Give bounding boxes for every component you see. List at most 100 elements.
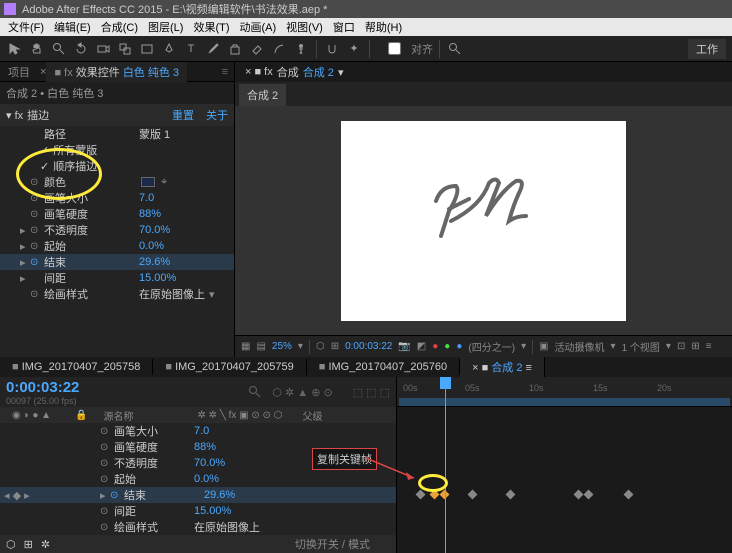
toggle-switches[interactable]: 切换开关 / 模式	[295, 536, 370, 552]
roi-icon[interactable]: ◩	[417, 341, 426, 352]
eyedropper-icon[interactable]: ⌖	[161, 176, 167, 189]
col-parent[interactable]: 父级	[302, 408, 322, 423]
fx-about-link[interactable]: 关于	[206, 107, 228, 123]
prop-path: 路径	[44, 126, 139, 142]
composition-panel: × ■ fx 合成 合成 2 ▾ 合成 2 ▦ ▤ 25%▾ ⬡ ⊞ 0:00:…	[234, 62, 732, 357]
comp-tabs: × ■ fx 合成 合成 2 ▾	[235, 62, 732, 82]
grid-icon[interactable]: ▦	[241, 341, 250, 352]
viewer-time[interactable]: 0:00:03:22	[345, 341, 392, 352]
prop-start: 起始	[44, 238, 139, 254]
v1-icon[interactable]: ⊡	[677, 341, 685, 352]
timeline-graph[interactable]: 00s 05s 10s 15s 20s	[396, 377, 732, 553]
camera-select[interactable]: 活动摄像机	[555, 339, 605, 354]
text-tool[interactable]: T	[182, 40, 200, 58]
fx-toggle-icon[interactable]: ▾ fx	[6, 109, 23, 122]
tab-project[interactable]: 项目	[0, 62, 38, 82]
chevron-down-icon[interactable]: ▾	[209, 288, 215, 301]
view-count[interactable]: 1 个视图	[622, 339, 660, 354]
menu-view[interactable]: 视图(V)	[282, 18, 327, 36]
comp-name-chip[interactable]: 合成 2	[239, 84, 286, 106]
selection-tool[interactable]	[6, 40, 24, 58]
3d-icon[interactable]: ▣	[539, 341, 548, 352]
keyframe[interactable]	[624, 490, 634, 500]
pen-tool[interactable]	[160, 40, 178, 58]
menu-help[interactable]: 帮助(H)	[361, 18, 406, 36]
timeline-footer: ⬡ ⊞ ✲ 切换开关 / 模式	[0, 535, 396, 553]
tab-composition[interactable]: × ■ fx 合成 合成 2 ▾	[235, 62, 353, 82]
snapshot-icon[interactable]: 📷	[398, 341, 410, 352]
col-source[interactable]: 源名称	[104, 408, 134, 423]
rect-tool[interactable]	[138, 40, 156, 58]
current-time-indicator[interactable]	[445, 377, 446, 553]
brush-tool[interactable]	[204, 40, 222, 58]
timeline-tabs: ■ IMG_20170407_205758 ■ IMG_20170407_205…	[0, 357, 732, 377]
timeline-tab-active[interactable]: × ■ 合成 2 ≡	[460, 357, 545, 377]
fps-label: 00097 (25.00 fps)	[6, 396, 79, 406]
clr-icon[interactable]: ●	[432, 341, 438, 352]
v3-icon[interactable]: ≡	[706, 341, 712, 352]
search-icon[interactable]	[446, 40, 464, 58]
annotation-arrow	[364, 456, 424, 486]
rotate-tool[interactable]	[72, 40, 90, 58]
tl-spacing: 间距	[114, 503, 194, 519]
prop-seq-stroke: 顺序描边	[53, 158, 97, 174]
fx-reset-link[interactable]: 重置	[172, 107, 194, 123]
tl-brush-hardness: 画笔硬度	[114, 439, 194, 455]
timeline-columns: ◉ ◗ ● ▲ 🔒 源名称 ✲ ✲ ╲ fx ▣ ⊙ ⊙ ⬡ 父级	[0, 407, 396, 423]
keyframe[interactable]	[584, 490, 594, 500]
puppet-tool[interactable]	[292, 40, 310, 58]
workspace-button[interactable]: 工作	[688, 39, 726, 59]
check-icon[interactable]: ✓	[40, 160, 49, 173]
align-checkbox[interactable]	[388, 42, 401, 55]
keyframe[interactable]	[468, 490, 478, 500]
eraser-tool[interactable]	[248, 40, 266, 58]
timeline-tab[interactable]: ■ IMG_20170407_205759	[153, 359, 306, 375]
prop-opacity: 不透明度	[44, 222, 139, 238]
zoom-level[interactable]: 25%	[272, 341, 292, 352]
roto-tool[interactable]	[270, 40, 288, 58]
hand-tool[interactable]	[28, 40, 46, 58]
guides-icon[interactable]: ▤	[256, 341, 265, 352]
align-label: 对齐	[411, 41, 433, 57]
menu-file[interactable]: 文件(F)	[4, 18, 48, 36]
menu-animation[interactable]: 动画(A)	[236, 18, 281, 36]
clone-tool[interactable]	[226, 40, 244, 58]
menu-composition[interactable]: 合成(C)	[97, 18, 142, 36]
resolution-select[interactable]: (四分之一)	[468, 339, 515, 354]
keyframe-selected[interactable]	[430, 490, 440, 500]
menu-effect[interactable]: 效果(T)	[189, 18, 233, 36]
motion-blur-icon[interactable]: ✲	[41, 538, 50, 551]
v2-icon[interactable]: ⊞	[691, 341, 699, 352]
prop-end: 结束	[44, 254, 139, 270]
menu-bar: 文件(F) 编辑(E) 合成(C) 图层(L) 效果(T) 动画(A) 视图(V…	[0, 18, 732, 36]
frame-blend-icon[interactable]: ⊞	[24, 538, 33, 551]
channel-icon[interactable]: ⬡	[316, 341, 325, 352]
panel-menu-icon[interactable]: ≡	[222, 66, 228, 78]
shy-icon[interactable]: ⬡	[6, 538, 16, 551]
res-icon[interactable]: ⊞	[331, 341, 339, 352]
keyframe[interactable]	[506, 490, 516, 500]
fx-name[interactable]: 描边	[27, 107, 49, 123]
timecode-row: 0:00:03:22 00097 (25.00 fps) ⬡ ✲ ▲ ⊕ ⊙ ⬚…	[0, 377, 396, 407]
tab-effect-controls[interactable]: ■ fx 效果控件 白色 纯色 3	[46, 62, 187, 82]
color-swatch[interactable]	[141, 177, 155, 187]
keyframe[interactable]	[416, 490, 426, 500]
timeline-tab[interactable]: ■ IMG_20170407_205758	[0, 359, 153, 375]
keyframe-nav[interactable]: ◂ ◆ ▸	[4, 489, 30, 502]
pan-behind-tool[interactable]	[116, 40, 134, 58]
work-area-bar[interactable]	[399, 398, 730, 406]
current-time[interactable]: 0:00:03:22	[6, 379, 79, 396]
menu-layer[interactable]: 图层(L)	[144, 18, 187, 36]
search-icon[interactable]	[248, 385, 262, 399]
menu-edit[interactable]: 编辑(E)	[50, 18, 95, 36]
camera-tool[interactable]	[94, 40, 112, 58]
check-icon[interactable]: ✓	[40, 144, 49, 157]
viewer[interactable]	[235, 106, 732, 335]
zoom-tool[interactable]	[50, 40, 68, 58]
keyframe[interactable]	[574, 490, 584, 500]
tl-opacity: 不透明度	[114, 455, 194, 471]
snap-2-icon[interactable]: ✦	[345, 40, 363, 58]
timeline-tab[interactable]: ■ IMG_20170407_205760	[307, 359, 460, 375]
menu-window[interactable]: 窗口	[329, 18, 359, 36]
snap-icon[interactable]	[323, 40, 341, 58]
